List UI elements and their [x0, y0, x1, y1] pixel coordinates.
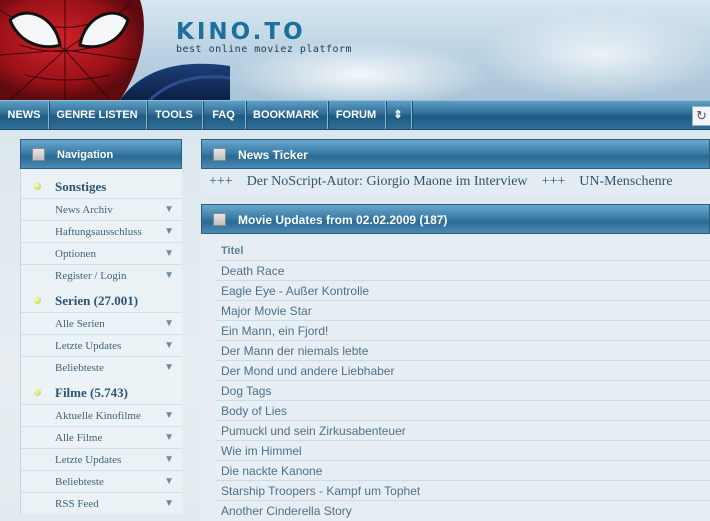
table-row[interactable]: Body of Lies [215, 400, 710, 420]
nav-tools[interactable]: TOOLS [146, 101, 203, 129]
table-row[interactable]: Eagle Eye - Außer Kontrolle [215, 280, 710, 300]
column-header-titel[interactable]: Titel [221, 245, 243, 257]
main-navbar: NEWS GENRE LISTEN TOOLS FAQ BOOKMARK FOR… [0, 100, 710, 130]
movie-updates-title: Movie Updates from 02.02.2009 (187) [238, 213, 448, 227]
movie-updates-header: Movie Updates from 02.02.2009 (187) [201, 204, 710, 234]
chevron-down-icon: ▼ [164, 362, 174, 373]
chevron-down-icon: ▼ [164, 476, 174, 487]
site-header: KINO.TO best online moviez platform [0, 0, 710, 100]
table-row[interactable]: Wie im Himmel [215, 440, 710, 460]
sidebar-item-news-archiv[interactable]: News Archiv ▼ [21, 198, 182, 220]
table-row[interactable]: Ein Mann, ein Fjord! [215, 320, 710, 340]
section-filme: Filme (5.743) [21, 381, 182, 404]
news-ticker: +++ Der NoScript-Autor: Giorgio Maone im … [201, 169, 710, 194]
sidebar-item-serien-letzte-updates[interactable]: Letzte Updates ▼ [21, 334, 182, 356]
section-title: Serien (27.001) [55, 293, 139, 308]
chevron-down-icon: ▼ [164, 248, 174, 259]
chevron-down-icon: ▼ [164, 204, 174, 215]
sidebar-item-label: Letzte Updates [55, 340, 122, 352]
section-title: Sonstiges [55, 179, 107, 194]
section-title: Filme (5.743) [55, 385, 128, 400]
section-sonstiges: Sonstiges [21, 175, 182, 198]
table-row[interactable]: Dog Tags [215, 380, 710, 400]
sidebar-item-label: Register / Login [55, 270, 127, 282]
table-row[interactable]: Pumuckl und sein Zirkusabenteuer [215, 420, 710, 440]
chevron-down-icon: ▼ [164, 432, 174, 443]
header-cloud [480, 10, 710, 100]
sidebar-body: Sonstiges News Archiv ▼ Haftungsausschlus… [20, 169, 182, 514]
section-serien: Serien (27.001) [21, 289, 182, 312]
chevron-down-icon: ▼ [164, 270, 174, 281]
nav-faq[interactable]: FAQ [202, 101, 246, 129]
sidebar-item-register-login[interactable]: Register / Login ▼ [21, 264, 182, 286]
nav-genre-listen[interactable]: GENRE LISTEN [48, 101, 147, 129]
sidebar-item-label: Alle Serien [55, 318, 105, 330]
sidebar-item-alle-serien[interactable]: Alle Serien ▼ [21, 312, 182, 334]
table-row[interactable]: Starship Troopers - Kampf um Tophet [215, 480, 710, 500]
sidebar-item-label: Beliebteste [55, 476, 104, 488]
ticker-item[interactable]: Der NoScript-Autor: Giorgio Maone im Int… [247, 174, 528, 189]
bullet-icon [34, 389, 41, 396]
site-logo[interactable]: KINO.TO best online moviez platform [176, 20, 352, 55]
chevron-down-icon: ▼ [164, 410, 174, 421]
navigation-title: Navigation [57, 149, 114, 161]
chevron-down-icon: ▼ [164, 318, 174, 329]
collapse-box-icon[interactable] [32, 148, 45, 161]
sidebar-item-label: Beliebteste [55, 362, 104, 374]
ticker-separator: +++ [209, 174, 233, 189]
chevron-down-icon: ▼ [164, 226, 174, 237]
chevron-down-icon: ▼ [164, 340, 174, 351]
chevron-down-icon: ▼ [164, 454, 174, 465]
logo-subtitle: best online moviez platform [176, 44, 353, 55]
table-row[interactable]: Der Mond und andere Liebhaber [215, 360, 710, 380]
sidebar-item-serien-beliebteste[interactable]: Beliebteste ▼ [21, 356, 182, 378]
table-row[interactable]: Der Mann der niemals lebte [215, 340, 710, 360]
refresh-icon[interactable]: ↻ [692, 106, 710, 126]
sidebar-item-label: Aktuelle Kinofilme [55, 410, 141, 422]
table-row[interactable]: Another Cinderella Story [215, 500, 710, 520]
sidebar-item-label: News Archiv [55, 204, 113, 216]
ticker-separator: +++ [541, 174, 566, 189]
news-ticker-title: News Ticker [238, 148, 308, 162]
collapse-box-icon[interactable] [213, 213, 226, 226]
sidebar-item-filme-letzte-updates[interactable]: Letzte Updates ▼ [21, 448, 182, 470]
sidebar-item-label: Haftungsausschluss [55, 226, 142, 238]
sidebar-item-label: RSS Feed [55, 498, 99, 510]
table-row[interactable]: Major Movie Star [215, 300, 710, 320]
sidebar-item-label: Letzte Updates [55, 454, 122, 466]
bullet-icon [34, 297, 41, 304]
sidebar-item-optionen[interactable]: Optionen ▼ [21, 242, 182, 264]
news-ticker-header: News Ticker [201, 139, 710, 169]
table-row[interactable]: Die nackte Kanone [215, 460, 710, 480]
nav-toggle-icon[interactable]: ⇕ [385, 101, 412, 129]
movie-updates-table: Titel Death Race Eagle Eye - Außer Kontr… [201, 234, 710, 521]
navigation-sidebar: Navigation Sonstiges News Archiv ▼ Haftun… [20, 139, 182, 521]
collapse-box-icon[interactable] [213, 148, 226, 161]
nav-bookmark[interactable]: BOOKMARK [245, 101, 328, 129]
sidebar-item-alle-filme[interactable]: Alle Filme ▼ [21, 426, 182, 448]
ticker-item[interactable]: UN-Menschenre [579, 174, 672, 189]
chevron-down-icon: ▼ [164, 498, 174, 509]
nav-news[interactable]: NEWS [0, 101, 49, 129]
sidebar-item-label: Alle Filme [55, 432, 103, 444]
navigation-panel-header: Navigation [20, 139, 182, 169]
sidebar-item-haftungsausschluss[interactable]: Haftungsausschluss ▼ [21, 220, 182, 242]
nav-forum[interactable]: FORUM [327, 101, 386, 129]
logo-title: KINO.TO [176, 19, 306, 45]
sidebar-item-filme-beliebteste[interactable]: Beliebteste ▼ [21, 470, 182, 492]
table-row[interactable]: Death Race [215, 260, 710, 280]
sidebar-item-aktuelle-kinofilme[interactable]: Aktuelle Kinofilme ▼ [21, 404, 182, 426]
bullet-icon [34, 183, 41, 190]
sidebar-item-label: Optionen [55, 248, 96, 260]
sidebar-item-rss-feed[interactable]: RSS Feed ▼ [21, 492, 182, 514]
